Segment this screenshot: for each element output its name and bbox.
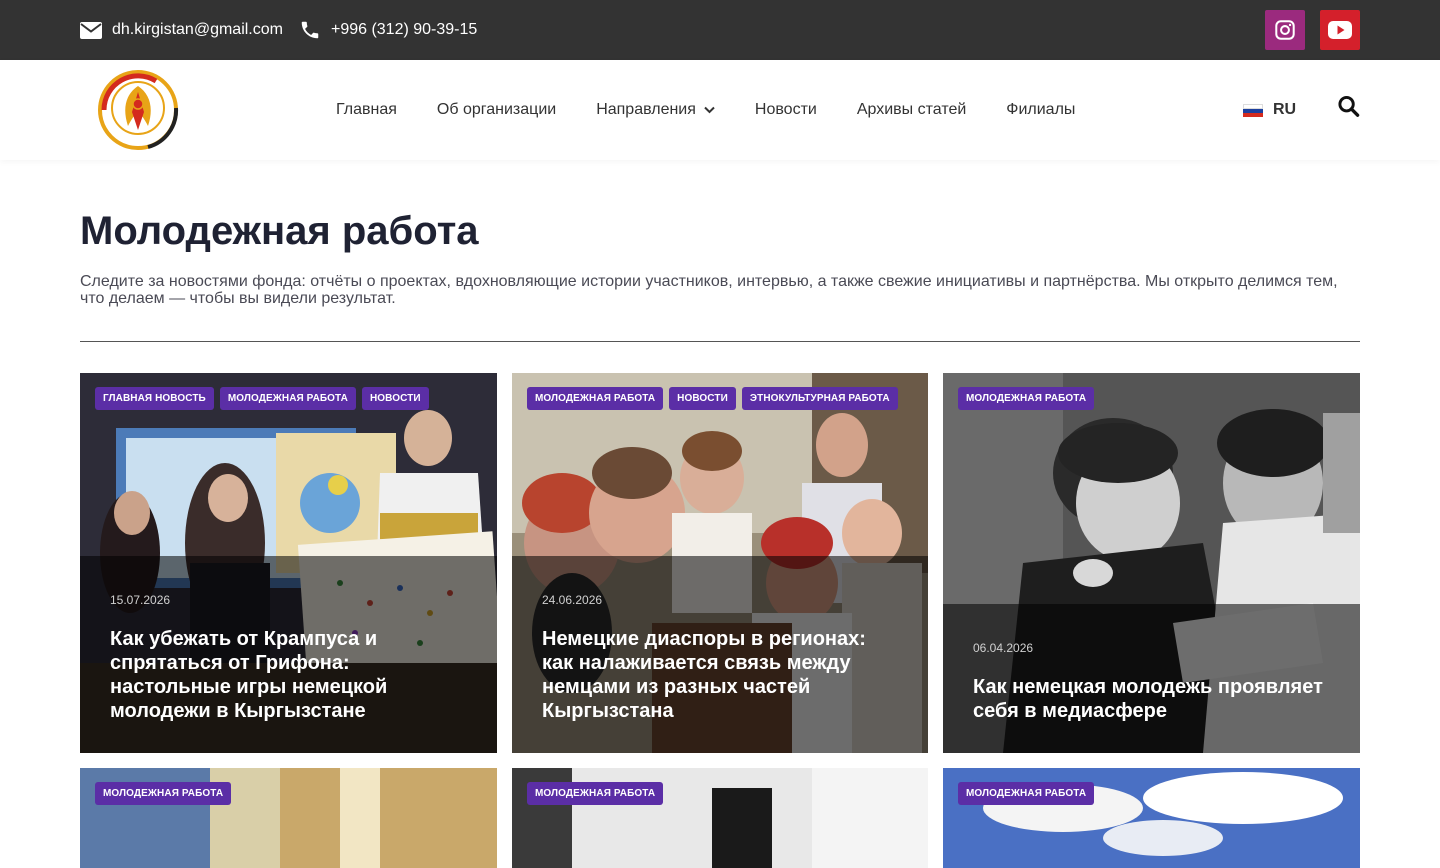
search-button[interactable] bbox=[1337, 95, 1360, 123]
instagram-icon bbox=[1275, 20, 1295, 40]
nav-item-label[interactable]: Архивы статей bbox=[857, 101, 966, 119]
email-contact[interactable]: dh.kirgistan@gmail.com bbox=[80, 21, 283, 39]
category-tag[interactable]: Молодежная работа bbox=[527, 782, 664, 805]
logo-emblem-icon bbox=[98, 70, 179, 150]
nav-item-home[interactable]: Главная bbox=[316, 101, 417, 119]
category-tags: Молодежная работа bbox=[958, 387, 1095, 410]
language-label[interactable]: RU bbox=[1273, 101, 1296, 119]
category-tags: Молодежная работа bbox=[95, 782, 232, 805]
chevron-down-icon[interactable] bbox=[704, 106, 715, 114]
news-card-overlay[interactable]: 24.06.2026 Немецкие диаспоры в регионах:… bbox=[512, 556, 928, 753]
youtube-button[interactable] bbox=[1320, 10, 1360, 50]
nav-item-branches[interactable]: Филиалы bbox=[986, 101, 1095, 119]
news-card-overlay[interactable]: 15.07.2026 Как убежать от Крампуса и спр… bbox=[80, 556, 497, 753]
page-hero: Молодежная работа Следите за новостями ф… bbox=[0, 160, 1440, 307]
youtube-icon bbox=[1328, 21, 1352, 39]
nav-item-label[interactable]: Главная bbox=[336, 101, 397, 119]
news-card[interactable]: Молодежная работа bbox=[512, 768, 928, 868]
page-description: Следите за новостями фонда: отчёты о про… bbox=[80, 273, 1338, 307]
main-nav: Главная Об организации Направления Новос… bbox=[316, 60, 1095, 160]
nav-item-label[interactable]: Направления bbox=[596, 101, 696, 119]
russia-flag-icon bbox=[1243, 103, 1263, 117]
category-tag[interactable]: Новости bbox=[361, 387, 429, 410]
category-tag[interactable]: Главная новость bbox=[95, 387, 214, 410]
news-date: 06.04.2026 bbox=[973, 641, 1034, 655]
category-tag[interactable]: Новости bbox=[669, 387, 736, 410]
divider bbox=[80, 341, 1360, 342]
nav-item-label[interactable]: Новости bbox=[755, 101, 817, 119]
news-card[interactable]: Молодежная работа bbox=[943, 768, 1360, 868]
search-icon bbox=[1338, 96, 1360, 117]
nav-item-label[interactable]: Филиалы bbox=[1006, 101, 1075, 119]
envelope-icon bbox=[80, 21, 102, 39]
nav-item-label[interactable]: Об организации bbox=[437, 101, 556, 119]
instagram-button[interactable] bbox=[1265, 10, 1305, 50]
site-logo[interactable] bbox=[96, 68, 182, 152]
news-title[interactable]: Как немецкая молодежь проявляет себя в м… bbox=[973, 675, 1330, 723]
nav-item-directions[interactable]: Направления bbox=[576, 101, 735, 119]
news-date: 15.07.2026 bbox=[110, 593, 171, 607]
news-card[interactable]: Молодежная работа 06.04.2026 Как немецка… bbox=[943, 373, 1360, 753]
news-card-overlay[interactable]: 06.04.2026 Как немецкая молодежь проявля… bbox=[943, 604, 1360, 753]
language-switcher[interactable]: RU bbox=[1243, 101, 1296, 119]
top-bar: dh.kirgistan@gmail.com +996 (312) 90-39-… bbox=[0, 0, 1440, 60]
page-title: Молодежная работа bbox=[80, 209, 479, 253]
phone-text[interactable]: +996 (312) 90-39-15 bbox=[331, 21, 477, 39]
social-links bbox=[1265, 10, 1360, 50]
main-header: Главная Об организации Направления Новос… bbox=[0, 60, 1440, 160]
category-tag[interactable]: Молодежная работа bbox=[219, 387, 356, 410]
phone-icon bbox=[301, 21, 319, 39]
news-card[interactable]: Молодежная работа Новости Этнокультурная… bbox=[512, 373, 928, 753]
email-text[interactable]: dh.kirgistan@gmail.com bbox=[112, 21, 283, 39]
news-grid: Главная новость Молодежная работа Новост… bbox=[80, 373, 1360, 868]
news-title[interactable]: Немецкие диаспоры в регионах: как налажи… bbox=[542, 627, 898, 723]
category-tags: Молодежная работа bbox=[958, 782, 1095, 805]
news-title[interactable]: Как убежать от Крампуса и спрятаться от … bbox=[110, 627, 467, 723]
news-card[interactable]: Главная новость Молодежная работа Новост… bbox=[80, 373, 497, 753]
category-tag[interactable]: Молодежная работа bbox=[527, 387, 664, 410]
nav-item-news[interactable]: Новости bbox=[735, 101, 837, 119]
category-tags: Молодежная работа Новости Этнокультурная… bbox=[527, 387, 898, 410]
category-tags: Молодежная работа bbox=[527, 782, 664, 805]
nav-item-archives[interactable]: Архивы статей bbox=[837, 101, 986, 119]
news-card[interactable]: Молодежная работа bbox=[80, 768, 497, 868]
category-tag[interactable]: Этнокультурная работа bbox=[741, 387, 898, 410]
category-tags: Главная новость Молодежная работа Новост… bbox=[95, 387, 429, 410]
nav-item-about[interactable]: Об организации bbox=[417, 101, 576, 119]
category-tag[interactable]: Молодежная работа bbox=[958, 782, 1095, 805]
phone-contact[interactable]: +996 (312) 90-39-15 bbox=[299, 19, 477, 41]
news-date: 24.06.2026 bbox=[542, 593, 603, 607]
category-tag[interactable]: Молодежная работа bbox=[958, 387, 1095, 410]
category-tag[interactable]: Молодежная работа bbox=[95, 782, 232, 805]
